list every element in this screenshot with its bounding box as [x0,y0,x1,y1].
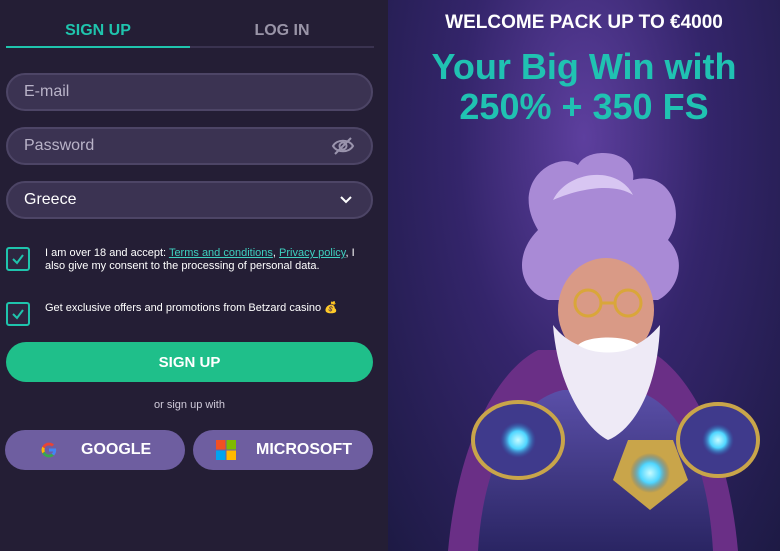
promo-headline-line2: 250% + 350 FS [459,86,709,127]
age-consent-checkbox[interactable] [6,247,30,271]
signup-panel: SIGN UP LOG IN Greece I am over 18 and a… [0,0,388,551]
password-field[interactable] [24,129,324,163]
eye-off-icon[interactable] [331,136,355,156]
country-select[interactable]: Greece [6,181,373,219]
chevron-down-icon [340,196,352,204]
checkmark-icon [12,254,24,265]
offers-checkbox[interactable] [6,302,30,326]
sign-up-button[interactable]: SIGN UP [6,342,373,382]
promo-headline-line1: Your Big Win with [431,46,737,87]
welcome-pack-text: WELCOME PACK UP TO €4000 [445,12,723,33]
auth-tabs: SIGN UP LOG IN [6,14,374,50]
google-label: GOOGLE [81,441,152,458]
promo-banner: WELCOME PACK UP TO €4000 Your Big Win wi… [388,0,780,551]
checkmark-icon [12,309,24,320]
google-icon [41,442,57,458]
offers-text: Get exclusive offers and promotions from… [45,302,338,314]
google-button[interactable]: GOOGLE [5,430,185,470]
country-select-value: Greece [24,191,77,208]
password-field-wrapper [6,127,373,165]
microsoft-icon [216,440,236,460]
microsoft-label: MICROSOFT [256,441,352,458]
or-sign-up-with: or sign up with [154,399,225,411]
tab-sign-up[interactable]: SIGN UP [6,14,190,48]
age-consent-text: I am over 18 and accept: Terms and condi… [45,247,365,273]
terms-link[interactable]: Terms and conditions [169,247,273,259]
microsoft-button[interactable]: MICROSOFT [193,430,373,470]
email-field-wrapper [6,73,373,111]
tab-log-in[interactable]: LOG IN [190,14,374,48]
consent-text-start: I am over 18 and accept: [45,247,169,259]
privacy-link[interactable]: Privacy policy [279,247,345,259]
wizard-character-image [448,153,760,551]
email-field[interactable] [24,75,324,109]
